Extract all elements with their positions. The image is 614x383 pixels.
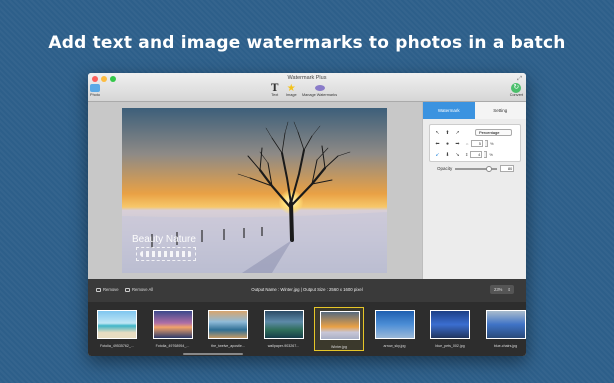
thumbnail[interactable]: arrow_sky.jpg [370,307,420,351]
convert-label: Convert [509,93,523,97]
titlebar: Watermark Plus ⤢ Photo T Text ★ Image Ma… [88,73,526,102]
thumbnail[interactable]: blue-chairs.jpg [481,307,527,351]
watermark-icon [314,85,325,91]
align-bottom-right-icon[interactable]: ↘ [454,151,461,159]
align-bottom-icon[interactable]: ⬇ [444,151,451,159]
thumbnail-image [263,310,304,339]
preview-canvas: Beauty Nature [88,102,422,279]
thumbnail[interactable]: Fotolia_49535762_... [92,307,142,351]
image-button[interactable]: ★ Image [286,82,297,98]
text-icon: T [271,82,279,94]
align-left-icon[interactable]: ⬅ [434,140,441,148]
y-field-row: ⇕ 4 % [465,151,493,158]
x-field-row: ⇔ 5 % [465,140,494,147]
position-mode-select[interactable]: Percentage [475,129,512,136]
thumbnail[interactable]: the_twelve_apostle... [203,307,253,351]
thumbnail-image [320,311,360,340]
thumbnail[interactable]: wallpaper-903267... [259,307,309,351]
opacity-slider-knob[interactable] [485,165,492,172]
star-icon: ★ [286,82,296,94]
position-box: ↖ ⬆ ↗ ⬅ ● ➡ ↙ ⬇ ↘ Percentage ⇔ 5 % ⇕ 4 % [429,124,521,162]
x-offset-stepper[interactable] [485,140,488,147]
photo-label: Photo [90,93,100,97]
zoom-select[interactable]: 23% ⇕ [490,285,514,294]
settings-panel: Watermark Setting ↖ ⬆ ↗ ⬅ ● ➡ ↙ ⬇ ↘ Perc… [422,102,526,279]
photo-icon [90,84,100,92]
window-title: Watermark Plus [287,75,327,81]
thumbnail-image [152,310,193,339]
watermark-image[interactable] [136,247,196,261]
thumbnail-caption: wallpaper-903267... [267,344,300,348]
x-offset-icon: ⇔ [465,141,469,146]
thumbnail-image [430,310,470,339]
thumbnail[interactable]: Fotolia_49768954_... [148,307,198,351]
photo-button[interactable]: Photo [90,83,100,97]
x-offset-input[interactable]: 5 [471,140,483,147]
convert-button[interactable]: ↻ Convert [510,83,523,97]
opacity-label: Opacity [437,166,453,171]
image-label: Image [286,93,297,97]
align-top-left-icon[interactable]: ↖ [434,129,441,137]
manage-label: Manage Watermarks [302,93,338,97]
thumbnail[interactable]: Winter.jpg [314,307,364,351]
y-percent-label: % [489,152,493,157]
thumbnail-caption: Fotolia_49768954_... [155,344,190,348]
text-button[interactable]: T Text [271,82,279,98]
thumbnail-strip: Fotolia_49535762_... Fotolia_49768954_...… [88,302,526,356]
thumbnail-caption: arrow_sky.jpg [383,344,406,348]
opacity-input[interactable]: 80 [500,165,515,172]
thumbnail-image [374,310,415,339]
thumbnail-caption: Winter.jpg [331,345,347,349]
thumbnail-caption: Fotolia_49535762_... [100,344,134,348]
alignment-grid: ↖ ⬆ ↗ ⬅ ● ➡ ↙ ⬇ ↘ [434,129,461,159]
app-window: Watermark Plus ⤢ Photo T Text ★ Image Ma… [88,73,526,356]
chevron-updown-icon: ⇕ [507,287,511,292]
headline: Add text and image watermarks to photos … [48,33,566,53]
thumbnail-caption: the_twelve_apostle... [211,344,245,348]
thumbnail-caption: blue-chairs.jpg [493,344,518,348]
tab-watermark[interactable]: Watermark [423,102,475,119]
thumbnail-scrollbar[interactable] [183,353,243,355]
thumbnail-image [485,310,526,339]
y-offset-input[interactable]: 4 [470,151,483,158]
text-label: Text [271,93,279,97]
watermark-ornament [140,251,192,257]
zoom-value: 23% [494,287,503,292]
manage-watermarks-button[interactable]: Manage Watermarks [302,83,337,97]
align-top-icon[interactable]: ⬆ [444,129,451,137]
y-offset-icon: ⇕ [465,152,469,157]
watermark-text[interactable]: Beauty Nature [132,234,196,245]
fullscreen-icon[interactable]: ⤢ [517,76,522,83]
convert-icon: ↻ [511,83,522,93]
output-info: Output Name : Winter.jpg | Output Size :… [251,287,363,292]
y-offset-stepper[interactable] [484,151,488,158]
thumbnail-image [208,310,248,339]
panel-tabs: Watermark Setting [423,102,526,119]
align-bottom-left-icon[interactable]: ↙ [434,151,441,159]
preview-photo: Beauty Nature [122,108,387,273]
align-top-right-icon[interactable]: ↗ [454,129,461,137]
thumbnail[interactable]: blue_pets_002.jpg [425,307,475,351]
opacity-slider[interactable] [455,165,498,172]
tab-setting[interactable]: Setting [474,102,526,119]
opacity-row: Opacity 80 [437,165,515,172]
align-center-icon[interactable]: ● [444,140,451,148]
align-right-icon[interactable]: ➡ [454,140,461,148]
thumbnail-caption: blue_pets_002.jpg [435,344,465,348]
status-bar: Remove Remove All Output Name : Winter.j… [88,279,526,302]
thumbnail-image [97,310,137,339]
x-percent-label: % [490,141,494,146]
